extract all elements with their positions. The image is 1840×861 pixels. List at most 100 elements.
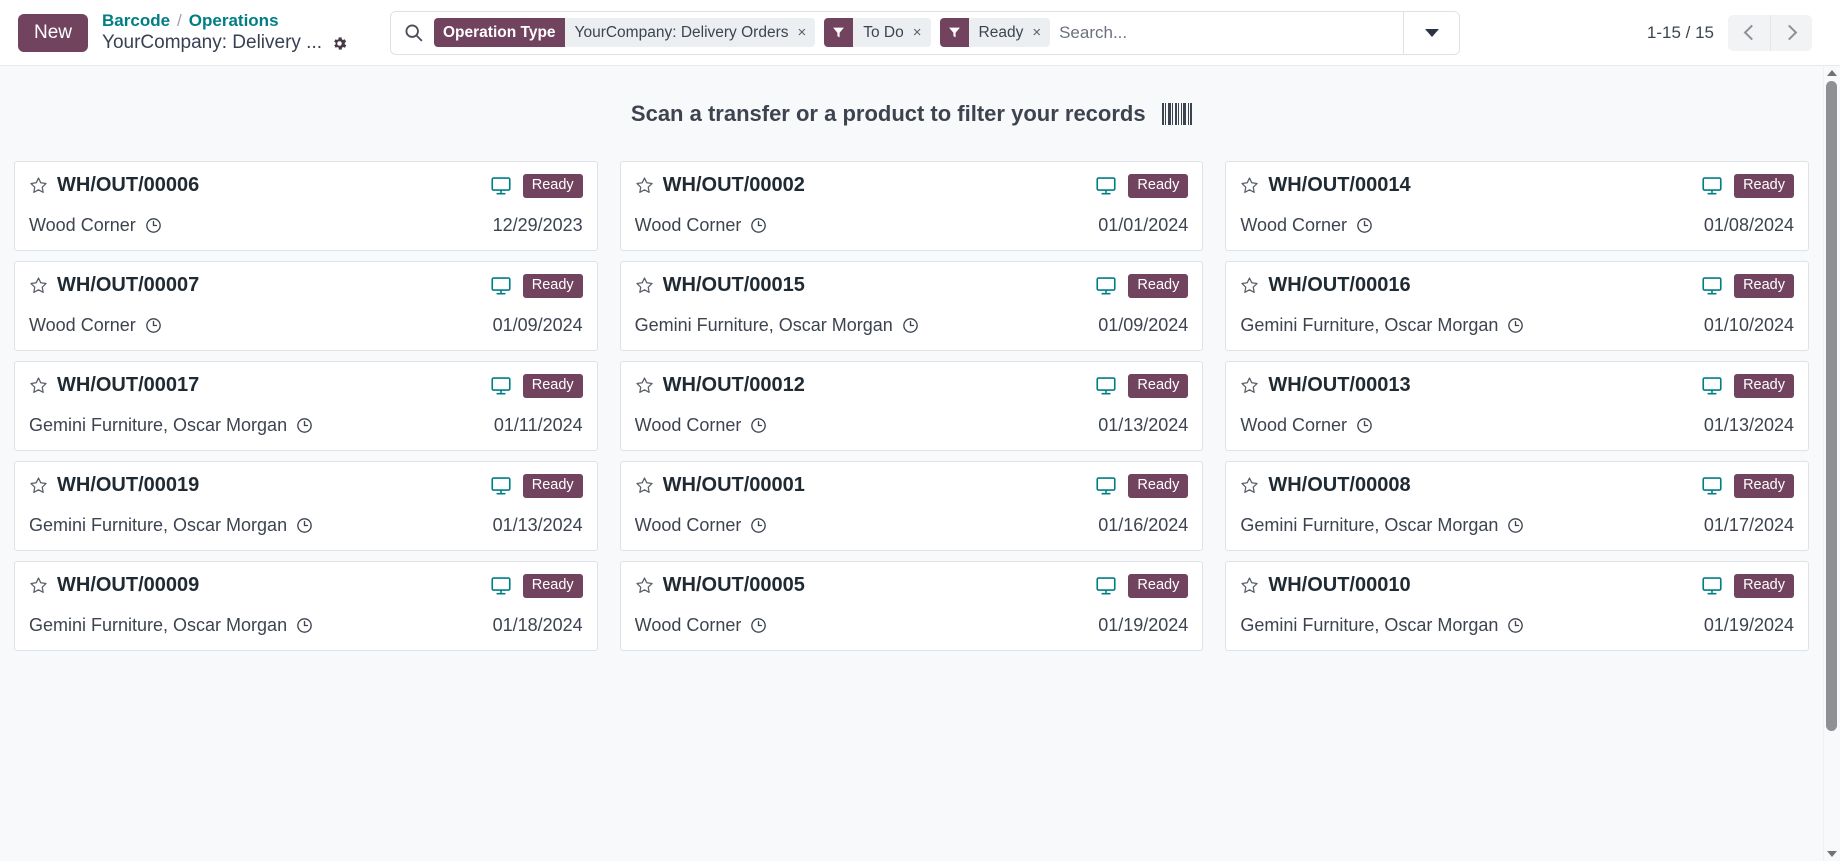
star-outline-icon[interactable] xyxy=(635,576,654,595)
star-outline-icon[interactable] xyxy=(29,276,48,295)
scheduled-date: 01/08/2024 xyxy=(1703,215,1794,235)
record-name: WH/OUT/00007 xyxy=(57,274,200,297)
card-footer: Wood Corner 01/08/2024 xyxy=(1240,215,1794,236)
monitor-icon[interactable] xyxy=(1702,176,1722,195)
star-outline-icon[interactable] xyxy=(29,176,48,195)
card-footer: Gemini Furniture, Oscar Morgan 01/13/2024 xyxy=(29,515,583,536)
kanban-card[interactable]: WH/OUT/00017 Ready Gemini Furniture, Oscar… xyxy=(14,361,598,451)
pager-next-button[interactable] xyxy=(1770,14,1812,51)
vertical-scrollbar[interactable] xyxy=(1823,66,1840,861)
pager-previous-button[interactable] xyxy=(1728,14,1770,51)
clock-icon xyxy=(750,417,767,434)
search-dropdown-toggle[interactable] xyxy=(1403,11,1459,54)
monitor-icon[interactable] xyxy=(1096,276,1116,295)
kanban-card[interactable]: WH/OUT/00002 Ready Wood Corner 01/01/2024 xyxy=(619,161,1204,251)
monitor-icon[interactable] xyxy=(491,576,511,595)
facet-value-ready[interactable]: Ready × xyxy=(968,18,1051,47)
kanban-card[interactable]: WH/OUT/00001 Ready Wood Corner 01/16/2024 xyxy=(619,461,1204,551)
facet-value-text: Ready xyxy=(978,23,1024,41)
star-outline-icon[interactable] xyxy=(1240,276,1259,295)
kanban-card[interactable]: WH/OUT/00010 Ready Gemini Furniture, Oscar… xyxy=(1225,561,1809,651)
monitor-icon[interactable] xyxy=(1702,376,1722,395)
partner-name: Gemini Furniture, Oscar Morgan xyxy=(29,515,288,535)
monitor-icon[interactable] xyxy=(1096,176,1116,195)
card-footer: Wood Corner 01/19/2024 xyxy=(635,615,1189,636)
search-facet-operation-type[interactable]: Operation Type YourCompany: Delivery Ord… xyxy=(434,18,816,47)
scheduled-date: 01/09/2024 xyxy=(492,315,583,335)
star-outline-icon[interactable] xyxy=(635,176,654,195)
scrollbar-track[interactable] xyxy=(1824,81,1840,846)
kanban-card[interactable]: WH/OUT/00008 Ready Gemini Furniture, Oscar… xyxy=(1225,461,1809,551)
kanban-card[interactable]: WH/OUT/00005 Ready Wood Corner 01/19/2024 xyxy=(619,561,1204,651)
card-partner-group: Gemini Furniture, Oscar Morgan xyxy=(29,615,313,636)
breadcrumb-item-barcode[interactable]: Barcode xyxy=(102,11,170,30)
search-bar[interactable]: Operation Type YourCompany: Delivery Ord… xyxy=(390,10,1460,55)
scheduled-date: 01/01/2024 xyxy=(1098,215,1189,235)
kanban-card[interactable]: WH/OUT/00013 Ready Wood Corner 01/13/2024 xyxy=(1225,361,1809,451)
star-outline-icon[interactable] xyxy=(1240,376,1259,395)
kanban-grid: WH/OUT/00006 Ready Wood Corner 12/29/2023 WH… xyxy=(14,161,1809,651)
kanban-card[interactable]: WH/OUT/00006 Ready Wood Corner 12/29/2023 xyxy=(14,161,598,251)
new-button[interactable]: New xyxy=(18,13,89,52)
card-footer: Wood Corner 01/09/2024 xyxy=(29,315,583,336)
partner-name: Wood Corner xyxy=(1240,215,1348,235)
kanban-card[interactable]: WH/OUT/00015 Ready Gemini Furniture, Oscar… xyxy=(619,261,1204,351)
monitor-icon[interactable] xyxy=(491,376,511,395)
search-input[interactable] xyxy=(1059,22,1397,43)
scroll-down-arrow-icon[interactable] xyxy=(1827,851,1837,857)
star-outline-icon[interactable] xyxy=(635,276,654,295)
record-name: WH/OUT/00001 xyxy=(662,474,805,497)
star-outline-icon[interactable] xyxy=(1240,476,1259,495)
breadcrumb-separator: / xyxy=(177,11,182,31)
kanban-card[interactable]: WH/OUT/00009 Ready Gemini Furniture, Oscar… xyxy=(14,561,598,651)
facet-remove-icon[interactable]: × xyxy=(913,25,922,40)
facet-remove-icon[interactable]: × xyxy=(1032,25,1041,40)
monitor-icon[interactable] xyxy=(1702,476,1722,495)
monitor-icon[interactable] xyxy=(491,176,511,195)
scrollbar-thumb[interactable] xyxy=(1826,81,1837,732)
breadcrumb-item-operations[interactable]: Operations xyxy=(189,11,279,30)
clock-icon xyxy=(145,317,162,334)
kanban-card[interactable]: WH/OUT/00012 Ready Wood Corner 01/13/2024 xyxy=(619,361,1204,451)
star-outline-icon[interactable] xyxy=(635,476,654,495)
status-badge: Ready xyxy=(1734,274,1794,298)
star-outline-icon[interactable] xyxy=(1240,176,1259,195)
gear-icon[interactable] xyxy=(331,35,348,52)
card-partner-group: Wood Corner xyxy=(635,515,768,536)
monitor-icon[interactable] xyxy=(1096,476,1116,495)
monitor-icon[interactable] xyxy=(1702,276,1722,295)
monitor-icon[interactable] xyxy=(1096,376,1116,395)
top-navigation-bar: New Barcode / Operations YourCompany: De… xyxy=(0,0,1840,66)
star-outline-icon[interactable] xyxy=(1240,576,1259,595)
monitor-icon[interactable] xyxy=(1096,576,1116,595)
star-outline-icon[interactable] xyxy=(29,476,48,495)
clock-icon xyxy=(296,617,313,634)
kanban-card[interactable]: WH/OUT/00007 Ready Wood Corner 01/09/2024 xyxy=(14,261,598,351)
scan-banner: Scan a transfer or a product to filter y… xyxy=(14,66,1809,161)
card-header: WH/OUT/00014 Ready xyxy=(1240,174,1794,198)
star-outline-icon[interactable] xyxy=(29,576,48,595)
star-outline-icon[interactable] xyxy=(29,376,48,395)
facet-remove-icon[interactable]: × xyxy=(797,25,806,40)
facet-label-operation-type: Operation Type xyxy=(434,18,565,47)
kanban-card[interactable]: WH/OUT/00014 Ready Wood Corner 01/08/2024 xyxy=(1225,161,1809,251)
scroll-up-arrow-icon[interactable] xyxy=(1827,70,1837,76)
scheduled-date: 01/13/2024 xyxy=(492,515,583,535)
scheduled-date: 01/19/2024 xyxy=(1703,615,1794,635)
clock-icon xyxy=(145,217,162,234)
pager: 1-15 / 15 xyxy=(1647,14,1812,51)
scheduled-date: 01/11/2024 xyxy=(493,415,583,435)
scheduled-date: 01/16/2024 xyxy=(1098,515,1189,535)
monitor-icon[interactable] xyxy=(491,476,511,495)
record-name: WH/OUT/00005 xyxy=(662,574,805,597)
card-status-group: Ready xyxy=(491,474,583,498)
search-facet-ready[interactable]: Ready × xyxy=(939,18,1051,47)
monitor-icon[interactable] xyxy=(491,276,511,295)
star-outline-icon[interactable] xyxy=(635,376,654,395)
search-facet-to-do[interactable]: To Do × xyxy=(824,18,931,47)
kanban-card[interactable]: WH/OUT/00019 Ready Gemini Furniture, Oscar… xyxy=(14,461,598,551)
facet-value-to-do[interactable]: To Do × xyxy=(853,18,931,47)
facet-value-operation-type[interactable]: YourCompany: Delivery Orders × xyxy=(564,18,816,47)
kanban-card[interactable]: WH/OUT/00016 Ready Gemini Furniture, Oscar… xyxy=(1225,261,1809,351)
monitor-icon[interactable] xyxy=(1702,576,1722,595)
